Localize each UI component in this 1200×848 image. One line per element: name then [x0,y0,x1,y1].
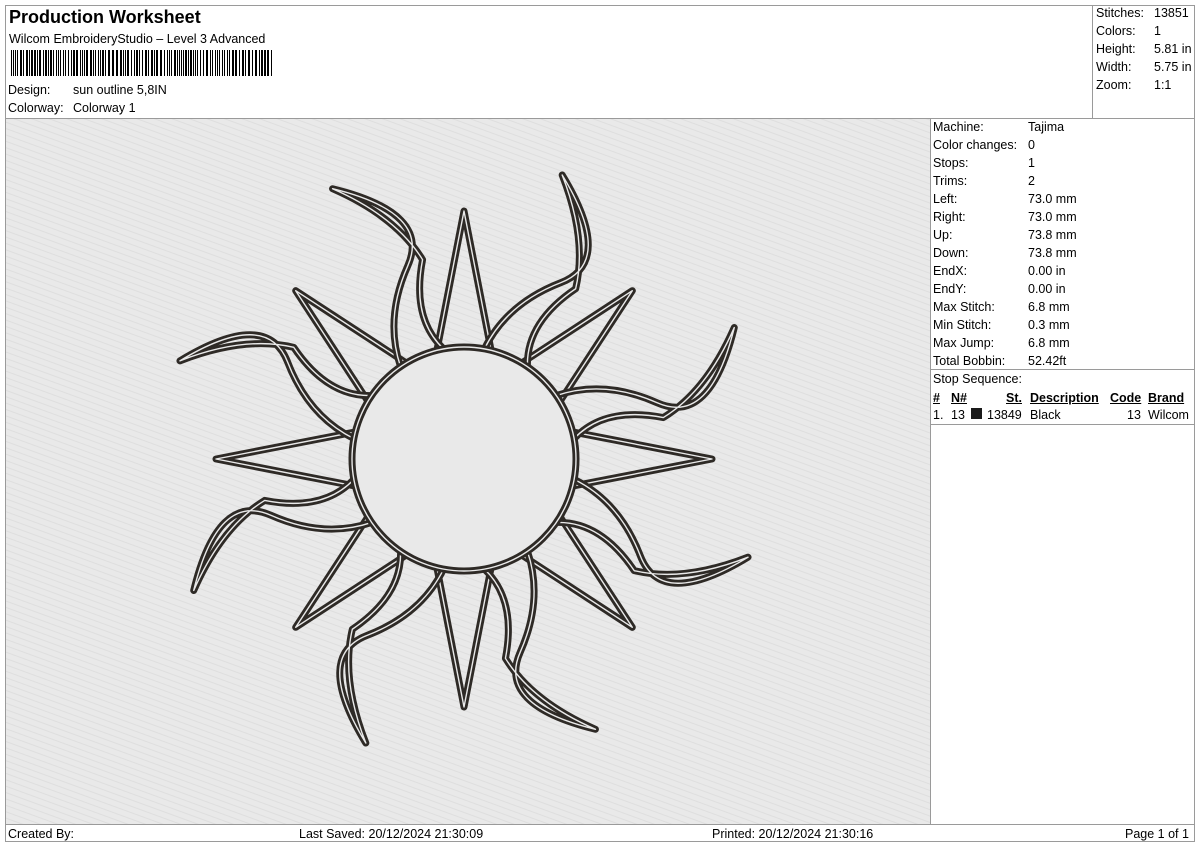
detail-label: Min Stitch: [933,318,992,332]
summary-label: Width: [1096,60,1132,74]
row-description: Black [1030,408,1061,422]
detail-label: Left: [933,192,958,206]
detail-value: 73.8 mm [1028,246,1077,260]
summary-value: 1 [1154,24,1161,38]
last-saved: Last Saved: 20/12/2024 21:30:09 [299,827,484,841]
colorway-row: Colorway: Colorway 1 [8,101,136,115]
detail-label: Max Jump: [933,336,995,350]
column-header-needle: N# [951,391,967,405]
detail-label: Color changes: [933,138,1018,152]
column-header-code: Code [1110,391,1142,405]
software-subtitle: Wilcom EmbroideryStudio – Level 3 Advanc… [9,32,266,46]
detail-value: 6.8 mm [1028,336,1070,350]
column-header-brand: Brand [1148,391,1185,405]
detail-value: 1 [1028,156,1035,170]
column-header-stitches: St. [1006,391,1022,405]
created-by: Created By: [8,827,75,841]
detail-label: EndY: [933,282,967,296]
detail-value: 6.8 mm [1028,300,1070,314]
detail-label: Up: [933,228,953,242]
detail-label: Stops: [933,156,969,170]
page-number: Page 1 of 1 [1125,827,1189,841]
column-header-index: # [933,391,940,405]
summary-label: Height: [1096,42,1136,56]
sun-outline-design [6,119,930,824]
detail-label: Machine: [933,120,984,134]
row-stitches: 13849 [987,408,1022,422]
detail-label: Trims: [933,174,968,188]
detail-label: Max Stitch: [933,300,995,314]
colorway-value: Colorway 1 [73,101,136,115]
detail-label: EndX: [933,264,968,278]
detail-value: Tajima [1028,120,1065,134]
design-preview [6,119,930,824]
detail-value: 0.00 in [1028,264,1066,278]
detail-value: 52.42ft [1028,354,1067,368]
barcode [11,50,272,76]
colorway-label: Colorway: [8,101,64,115]
summary-value: 1:1 [1154,78,1172,92]
design-label: Design: [8,83,51,97]
detail-label: Total Bobbin: [933,354,1006,368]
detail-value: 0.00 in [1028,282,1066,296]
column-header-description: Description [1030,391,1099,405]
summary-label: Stitches: [1096,6,1144,20]
row-brand: Wilcom [1148,408,1189,422]
footer-divider [5,824,1195,825]
detail-value: 2 [1028,174,1035,188]
printed-date: Printed: 20/12/2024 21:30:16 [712,827,874,841]
detail-value: 73.8 mm [1028,228,1077,242]
summary-value: 5.75 in [1154,60,1192,74]
sequence-divider [931,424,1195,425]
thread-color-swatch [971,408,982,419]
detail-value: 73.0 mm [1028,192,1077,206]
design-value: sun outline 5,8IN [73,83,167,97]
row-needle: 13 [951,408,965,422]
row-index: 1. [933,408,944,422]
summary-value: 5.81 in [1154,42,1192,56]
details-divider [931,369,1195,370]
page-title: Production Worksheet [9,7,201,27]
summary-panel: Stitches: 13851 Colors: 1 Height: 5.81 i… [1092,5,1195,118]
row-code: 13 [1127,408,1141,422]
summary-label: Zoom: [1096,78,1132,92]
worksheet-header: Production Worksheet Wilcom EmbroiderySt… [5,5,1092,118]
detail-value: 0.3 mm [1028,318,1070,332]
stop-sequence-title: Stop Sequence: [933,372,1022,386]
design-row: Design: sun outline 5,8IN [8,83,167,97]
detail-label: Down: [933,246,969,260]
details-panel: Machine: Tajima Color changes: 0 Stops: … [931,119,1194,824]
detail-label: Right: [933,210,966,224]
detail-value: 0 [1028,138,1035,152]
summary-label: Colors: [1096,24,1136,38]
detail-value: 73.0 mm [1028,210,1077,224]
summary-value: 13851 [1154,6,1189,20]
